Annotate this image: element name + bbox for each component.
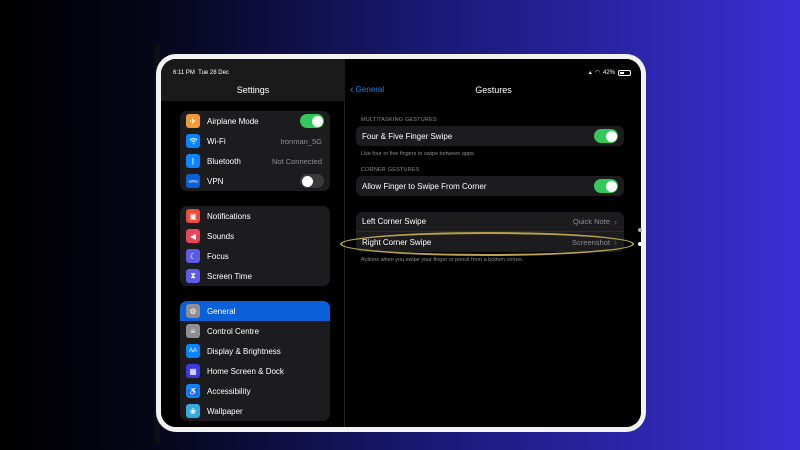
sidebar-item-label: Wi-Fi xyxy=(207,136,226,146)
allow-finger-swipe-label: Allow Finger to Swipe From Corner xyxy=(362,181,487,191)
sidebar-item-display-brightness[interactable]: AA Display & Brightness xyxy=(180,341,330,361)
wallpaper-icon: ❀ xyxy=(186,404,200,418)
wifi-status-icon: ◠ xyxy=(594,70,600,76)
toggle-knob xyxy=(301,175,313,187)
left-corner-swipe-value-wrap: Quick Note › xyxy=(573,217,617,227)
sidebar-item-label: Airplane Mode xyxy=(207,116,259,126)
focus-moon-icon: ☾ xyxy=(186,249,200,263)
sidebar-item-airplane-mode[interactable]: ✈ Airplane Mode xyxy=(180,111,330,131)
sensor-dot xyxy=(638,242,642,246)
battery-percent: 42% xyxy=(602,69,615,76)
status-time: 6:11 PM xyxy=(173,70,195,76)
sidebar-item-wifi[interactable]: Wi-Fi Ironman_5G xyxy=(180,131,330,151)
wifi-icon xyxy=(186,134,200,148)
hourglass-icon: ⧗ xyxy=(186,269,200,283)
gear-icon: ⚙ xyxy=(186,304,200,318)
toggle-knob xyxy=(311,115,323,127)
general-group: ⚙ General ≡ Control Centre AA Display & … xyxy=(180,301,330,421)
page-title: Gestures xyxy=(475,85,512,95)
corner-gestures-card: Allow Finger to Swipe From Corner xyxy=(356,176,624,196)
sidebar-item-label: General xyxy=(207,306,236,316)
four-five-finger-swipe-row[interactable]: Four & Five Finger Swipe xyxy=(356,126,624,146)
left-corner-swipe-label: Left Corner Swipe xyxy=(362,217,427,226)
left-corner-swipe-value: Quick Note xyxy=(572,217,610,226)
chevron-right-icon: › xyxy=(614,216,617,227)
battery-icon xyxy=(618,69,631,76)
left-corner-swipe-row[interactable]: Left Corner Swipe Quick Note › xyxy=(356,212,624,232)
sidebar-item-general[interactable]: ⚙ General xyxy=(180,301,330,321)
accessibility-icon: ♿ xyxy=(186,384,200,398)
wifi-network-value: Ironman_5G xyxy=(280,136,322,146)
vpn-icon: VPN xyxy=(186,174,200,188)
sidebar-item-label: VPN xyxy=(207,176,224,186)
status-time-date: 6:11 PM Tue 28 Dec xyxy=(173,70,229,76)
right-corner-swipe-highlight xyxy=(340,232,634,256)
bluetooth-icon: ᛒ xyxy=(186,154,200,168)
display-icon: AA xyxy=(186,344,200,358)
sidebar-item-label: Control Centre xyxy=(207,326,260,336)
home-screen-icon: ▦ xyxy=(186,364,200,378)
multitasking-card: Four & Five Finger Swipe xyxy=(356,126,624,146)
ipad-side-buttons xyxy=(632,208,646,318)
airplane-icon: ✈ xyxy=(186,114,200,128)
sidebar-item-home-screen-dock[interactable]: ▦ Home Screen & Dock xyxy=(180,361,330,381)
settings-sidebar: 6:11 PM Tue 28 Dec Settings ✈ Airplane M… xyxy=(161,59,345,427)
four-five-finger-note: Use four or five fingers to swipe betwee… xyxy=(361,151,476,157)
camera-dot xyxy=(638,228,642,232)
sidebar-item-label: Display & Brightness xyxy=(207,346,281,356)
notifications-icon: ▣ xyxy=(186,209,200,223)
four-five-finger-swipe-label: Four & Five Finger Swipe xyxy=(362,131,453,141)
sidebar-item-label: Screen Time xyxy=(207,271,252,281)
corner-swipe-note: Actions when you swipe your finger or pe… xyxy=(361,257,524,263)
sidebar-item-label: Focus xyxy=(207,251,229,261)
four-five-finger-swipe-toggle[interactable] xyxy=(594,129,618,143)
corner-gestures-section-header: CORNER GESTURES xyxy=(361,167,420,173)
toggle-knob xyxy=(605,180,617,192)
sidebar-title: Settings xyxy=(236,85,270,95)
connectivity-group: ✈ Airplane Mode Wi-Fi Ironman_5G ᛒ Bluet… xyxy=(180,111,330,191)
allow-finger-swipe-toggle[interactable] xyxy=(594,179,618,193)
sidebar-item-label: Bluetooth xyxy=(207,156,241,166)
toggle-knob xyxy=(605,130,617,142)
status-indicators: ▴ ◠ 42% xyxy=(589,69,631,76)
allow-finger-swipe-row[interactable]: Allow Finger to Swipe From Corner xyxy=(356,176,624,196)
airplane-mode-toggle[interactable] xyxy=(300,114,324,128)
notifications-group: ▣ Notifications ◀ Sounds ☾ Focus ⧗ Scree… xyxy=(180,206,330,286)
sounds-icon: ◀ xyxy=(186,229,200,243)
vpn-toggle[interactable] xyxy=(300,174,324,188)
sidebar-item-focus[interactable]: ☾ Focus xyxy=(180,246,330,266)
sidebar-item-label: Sounds xyxy=(207,231,235,241)
sidebar-item-control-centre[interactable]: ≡ Control Centre xyxy=(180,321,330,341)
sidebar-item-label: Accessibility xyxy=(207,386,251,396)
sidebar-item-wallpaper[interactable]: ❀ Wallpaper xyxy=(180,401,330,421)
sidebar-item-vpn[interactable]: VPN VPN xyxy=(180,171,330,191)
signal-icon: ▴ xyxy=(588,70,592,76)
bluetooth-status-value: Not Connected xyxy=(271,156,322,166)
sidebar-item-label: Notifications xyxy=(207,211,251,221)
sidebar-item-screen-time[interactable]: ⧗ Screen Time xyxy=(180,266,330,286)
multitasking-section-header: MULTITASKING GESTURES xyxy=(361,117,437,123)
status-date: Tue 28 Dec xyxy=(198,70,229,76)
sidebar-item-label: Home Screen & Dock xyxy=(207,366,284,376)
sidebar-item-sounds[interactable]: ◀ Sounds xyxy=(180,226,330,246)
sidebar-item-label: Wallpaper xyxy=(207,406,243,416)
sidebar-item-notifications[interactable]: ▣ Notifications xyxy=(180,206,330,226)
control-centre-icon: ≡ xyxy=(186,324,200,338)
sidebar-item-bluetooth[interactable]: ᛒ Bluetooth Not Connected xyxy=(180,151,330,171)
sidebar-item-accessibility[interactable]: ♿ Accessibility xyxy=(180,381,330,401)
